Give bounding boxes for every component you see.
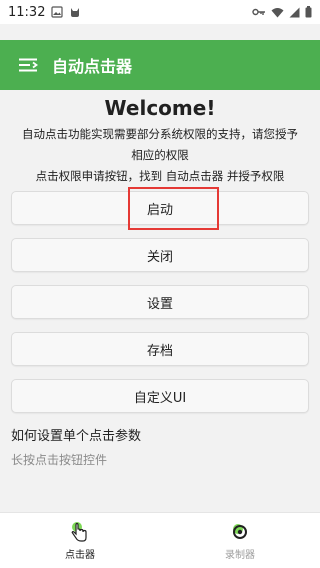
image-icon <box>51 6 64 18</box>
key-icon <box>252 7 266 17</box>
menu-button[interactable] <box>0 40 56 90</box>
welcome-heading: Welcome! <box>104 96 216 120</box>
wifi-icon <box>271 7 284 18</box>
nav-item-recorder[interactable]: 录制器 <box>160 513 320 568</box>
status-bar: 11:32 <box>0 0 320 24</box>
description-line-1: 自动点击功能实现需要部分系统权限的支持，请您授予 <box>22 127 298 141</box>
nav-item-clicker[interactable]: 点击器 <box>0 513 160 568</box>
app-bar: 自动点击器 <box>0 40 320 90</box>
settings-button-label: 设置 <box>146 296 173 312</box>
archive-button[interactable]: 存档 <box>11 332 309 366</box>
battery-icon <box>305 6 312 18</box>
archive-button-label: 存档 <box>146 343 173 359</box>
description-line-2: 相应的权限 <box>131 148 189 162</box>
close-button[interactable]: 关闭 <box>11 238 309 272</box>
highlight-box <box>128 187 219 230</box>
app-title: 自动点击器 <box>52 57 133 76</box>
description-line-3: 点击权限申请按钮，找到 自动点击器 并授予权限 <box>35 169 285 183</box>
status-time: 11:32 <box>8 4 46 20</box>
close-button-label: 关闭 <box>146 249 173 265</box>
settings-button[interactable]: 设置 <box>11 285 309 319</box>
record-icon <box>229 521 251 543</box>
menu-icon <box>18 57 38 73</box>
nav-label-clicker: 点击器 <box>65 549 95 561</box>
nav-label-recorder: 录制器 <box>225 549 255 561</box>
section-subtitle: 长按点击按钮控件 <box>11 453 108 467</box>
cat-icon <box>69 6 81 18</box>
signal-icon <box>289 7 300 18</box>
custom-ui-button[interactable]: 自定义UI <box>11 379 309 413</box>
main-content: Welcome! 自动点击功能实现需要部分系统权限的支持，请您授予 相应的权限 … <box>0 90 320 468</box>
description: 自动点击功能实现需要部分系统权限的支持，请您授予 相应的权限 点击权限申请按钮，… <box>0 122 320 187</box>
start-button[interactable]: 启动 <box>11 187 309 230</box>
custom-ui-button-label: 自定义UI <box>133 390 187 406</box>
tap-hand-icon <box>69 521 91 543</box>
start-button-label: 启动 <box>146 202 173 218</box>
bottom-nav: 点击器 录制器 <box>0 512 320 568</box>
section-title: 如何设置单个点击参数 <box>11 429 142 444</box>
button-list: 启动 关闭 设置 存档 自定义UI <box>0 187 320 413</box>
